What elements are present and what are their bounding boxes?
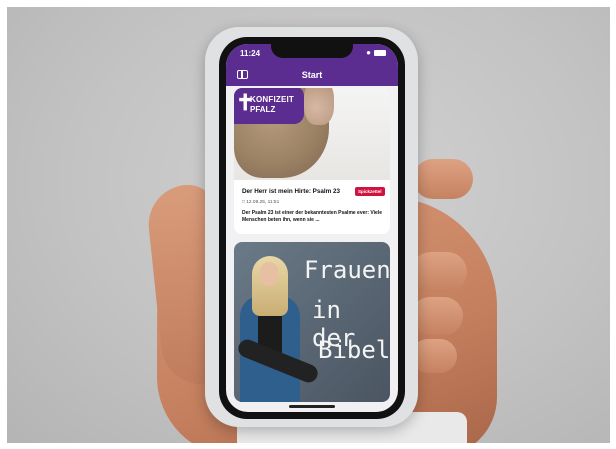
battery-icon bbox=[374, 49, 386, 56]
hand-finger bbox=[411, 252, 467, 292]
image-text-line1: Frauen bbox=[304, 256, 390, 284]
article-card[interactable]: Frauen in der Bibel bbox=[234, 242, 390, 402]
hand-finger bbox=[411, 297, 463, 335]
hand-finger bbox=[413, 159, 473, 199]
logo-text-line2: PFALZ bbox=[250, 105, 276, 114]
calendar-icon: □ bbox=[242, 200, 245, 205]
article-image: ✝ KONFIZEIT PFALZ bbox=[234, 88, 390, 180]
image-text-line3: Bibel bbox=[318, 336, 390, 364]
article-image: Frauen in der Bibel bbox=[234, 242, 390, 402]
date-text: 12.09.25, 11:51 bbox=[246, 200, 280, 205]
category-badge: Spickzettel bbox=[355, 187, 385, 196]
article-date: □ 12.09.25, 11:51 bbox=[242, 200, 279, 205]
status-time: 11:24 bbox=[240, 49, 261, 58]
phone-screen: 11:24 ● Start ✝ KONFIZEIT PFALZ Der Herr… bbox=[226, 44, 398, 412]
konfizeit-logo: ✝ KONFIZEIT PFALZ bbox=[234, 88, 304, 124]
logo-text-line1: KONFIZEIT bbox=[250, 95, 295, 104]
person-face bbox=[260, 262, 278, 286]
article-excerpt: Der Psalm 23 ist einer der bekanntesten … bbox=[242, 210, 382, 223]
wifi-icon: ● bbox=[366, 48, 371, 57]
page-title: Start bbox=[301, 70, 323, 80]
status-icons: ● bbox=[366, 48, 386, 57]
sheep-nose bbox=[304, 88, 334, 125]
app-header: 11:24 ● Start bbox=[226, 44, 398, 86]
article-card[interactable]: ✝ KONFIZEIT PFALZ Der Herr ist mein Hirt… bbox=[234, 88, 390, 234]
article-title: Der Herr ist mein Hirte: Psalm 23 bbox=[242, 188, 340, 195]
phone-notch bbox=[271, 44, 353, 58]
home-indicator[interactable] bbox=[289, 405, 335, 408]
